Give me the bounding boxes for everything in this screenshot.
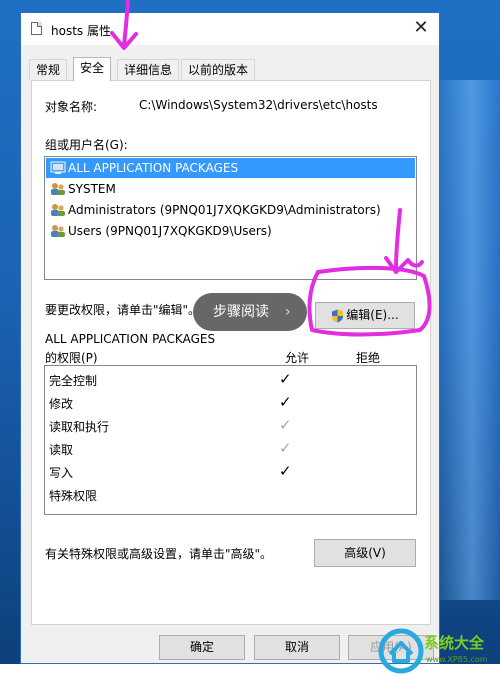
close-icon[interactable]: ✕: [409, 17, 433, 39]
tab-general[interactable]: 常规: [29, 59, 68, 80]
edit-button-label: 编辑(E)...: [346, 308, 399, 322]
groups-list[interactable]: ALL APPLICATION PACKAGES SYSTEM Administ…: [44, 156, 417, 280]
list-item-users[interactable]: Users (9PNQ01J7XQKGKD9\Users): [46, 221, 415, 241]
table-row: 读取和执行 ✓: [45, 414, 416, 436]
title-bar: hosts 属性 ✕: [21, 13, 439, 45]
advanced-hint: 有关特殊权限或高级设置，请单击"高级"。: [45, 547, 273, 561]
list-item-label: Users (9PNQ01J7XQKGKD9\Users): [68, 224, 272, 238]
permission-name: 修改: [49, 397, 74, 411]
permission-name: 特殊权限: [49, 489, 98, 503]
tab-details[interactable]: 详细信息: [117, 59, 180, 80]
list-item-label: Administrators (9PNQ01J7XQKGKD9\Administ…: [68, 203, 381, 217]
step-reading-overlay[interactable]: 步骤阅读 ›: [193, 293, 307, 331]
tab-previous-versions[interactable]: 以前的版本: [181, 59, 256, 80]
permissions-title-line2: 的权限(P): [45, 351, 98, 365]
permission-name: 写入: [49, 466, 74, 480]
site-watermark: 系统大全 www.XP85.com: [378, 628, 500, 674]
table-row: 读取 ✓: [45, 437, 416, 459]
file-icon: [31, 22, 42, 35]
permission-name: 读取和执行: [49, 420, 110, 434]
change-permissions-hint: 要更改权限，请单击"编辑"。: [45, 303, 201, 317]
permissions-title-line1: ALL APPLICATION PACKAGES: [45, 332, 216, 346]
watermark-url: www.XP85.com: [426, 655, 488, 664]
advanced-button[interactable]: 高级(V): [314, 539, 416, 567]
watermark-logo-icon: [378, 628, 424, 674]
allow-check-icon: ✓: [279, 370, 292, 388]
security-panel: 对象名称: C:\Windows\System32\drivers\etc\ho…: [31, 80, 431, 625]
step-reading-label: 步骤阅读: [213, 304, 269, 320]
table-row: 特殊权限: [45, 483, 416, 505]
wallpaper-light-beam: [430, 80, 500, 600]
table-row: 完全控制 ✓: [45, 368, 416, 390]
edit-button[interactable]: 编辑(E)...: [315, 302, 415, 329]
cancel-button[interactable]: 取消: [254, 635, 340, 660]
groups-label: 组或用户名(G):: [45, 138, 128, 152]
allow-column-header: 允许: [285, 351, 310, 365]
users-icon: [51, 204, 65, 216]
allow-check-icon: ✓: [279, 462, 292, 480]
users-icon: [51, 183, 65, 195]
list-item-system[interactable]: SYSTEM: [46, 179, 415, 199]
allow-check-icon: ✓: [279, 439, 292, 457]
uac-shield-icon: [332, 309, 344, 322]
object-name-value: C:\Windows\System32\drivers\etc\hosts: [139, 98, 378, 112]
package-icon: [50, 161, 66, 174]
ok-button[interactable]: 确定: [159, 635, 245, 660]
allow-check-icon: ✓: [279, 393, 292, 411]
list-item-all-application-packages[interactable]: ALL APPLICATION PACKAGES: [46, 158, 415, 178]
list-item-label: ALL APPLICATION PACKAGES: [68, 161, 239, 175]
list-item-administrators[interactable]: Administrators (9PNQ01J7XQKGKD9\Administ…: [46, 200, 415, 220]
watermark-text: 系统大全: [424, 634, 485, 652]
permission-name: 读取: [49, 443, 74, 457]
tab-security[interactable]: 安全: [73, 57, 112, 81]
permission-name: 完全控制: [49, 374, 98, 388]
list-item-label: SYSTEM: [68, 182, 116, 196]
permissions-table: 完全控制 ✓ 修改 ✓ 读取和执行 ✓ 读取 ✓ 写入 ✓ 特殊权限: [44, 365, 417, 515]
allow-check-icon: ✓: [279, 416, 292, 434]
object-name-label: 对象名称:: [45, 100, 98, 114]
table-row: 修改 ✓: [45, 391, 416, 413]
chevron-right-icon: ›: [285, 304, 291, 320]
properties-dialog: hosts 属性 ✕ 常规 安全 详细信息 以前的版本 对象名称: C:\Win…: [20, 12, 440, 664]
table-row: 写入 ✓: [45, 460, 416, 482]
window-title: hosts 属性: [51, 24, 111, 38]
users-icon: [51, 225, 65, 237]
deny-column-header: 拒绝: [356, 351, 381, 365]
